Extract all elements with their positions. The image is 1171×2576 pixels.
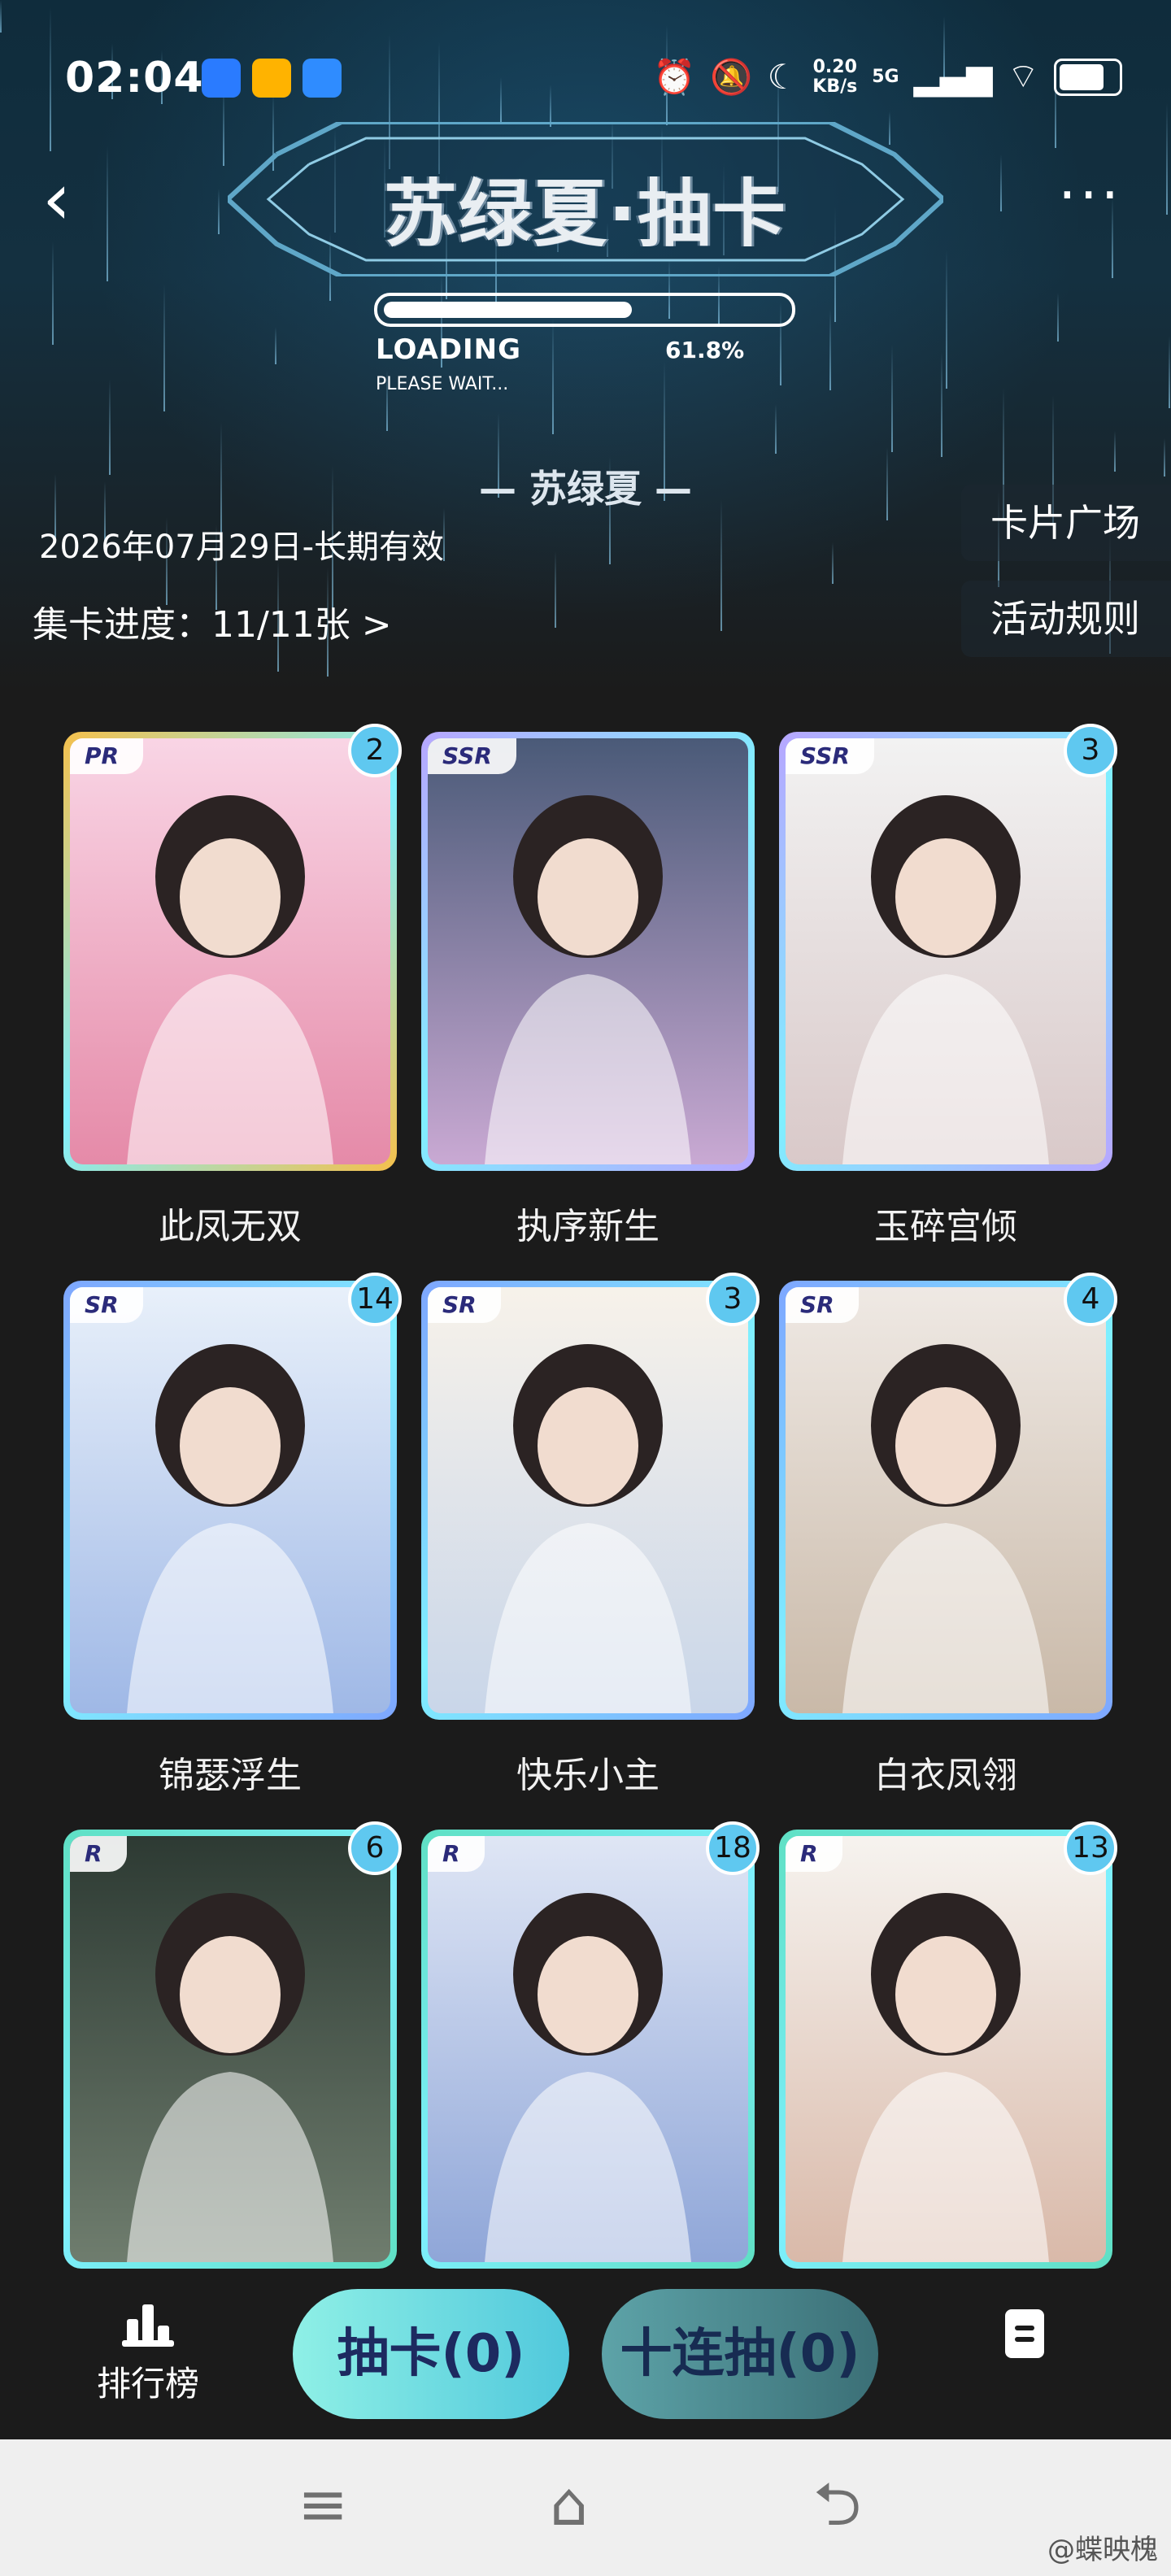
rain-streak [555, 551, 556, 628]
card-rarity-badge: SSR [786, 738, 874, 774]
card-count-badge: 13 [1064, 1821, 1117, 1875]
draw-one-button[interactable]: 抽卡(0) [293, 2289, 569, 2419]
rain-streak [720, 499, 722, 631]
card-illustration [786, 1836, 1106, 2262]
rain-streak [163, 284, 165, 411]
moon-icon: ☾ [767, 57, 799, 97]
validity-date: 2026年07月29日-长期有效 [39, 529, 445, 566]
ranking-bars-icon [122, 2304, 174, 2347]
card-name: 执序新生 [516, 1206, 660, 1247]
card-item[interactable]: SR 4 [779, 1273, 1117, 1720]
card-rarity-badge: PR [70, 738, 144, 774]
signal-icon: ▂▄▆ [913, 57, 993, 97]
loading-percent: 61.8% [665, 337, 745, 363]
card-name: 白衣凤翎 [874, 1755, 1017, 1796]
loading-progress-fill [384, 302, 633, 318]
baidu-notification-icon [303, 59, 342, 98]
status-right: ⏰ 🔕 ☾ 0.20 KB/s 5G ▂▄▆ ⌔ [653, 55, 1122, 98]
card-artwork [786, 738, 1106, 1164]
card-artwork [70, 738, 390, 1164]
rain-streak [946, 250, 947, 389]
card-plaza-button[interactable]: 卡片广场 [961, 485, 1171, 561]
card-item[interactable]: R 18 [421, 1821, 760, 2269]
weibo-notification-icon [252, 59, 291, 98]
card-count-badge: 3 [1064, 724, 1117, 777]
ranking-label: 排行榜 [96, 2364, 199, 2404]
card-rarity-badge: R [70, 1836, 127, 1872]
card-illustration [70, 1836, 390, 2262]
collection-progress-link[interactable]: 集卡进度：11/11张 > [33, 595, 392, 647]
loading-label: LOADING [376, 333, 521, 366]
rain-streak [1169, 336, 1170, 408]
card-illustration [428, 1836, 748, 2262]
network-type: 5G [872, 66, 899, 87]
card-illustration [786, 738, 1106, 1164]
document-icon[interactable] [1005, 2309, 1044, 2358]
card-artwork [428, 1836, 748, 2262]
card-artwork [428, 738, 748, 1164]
card-artwork [70, 1287, 390, 1713]
card-count-badge: 18 [706, 1821, 760, 1875]
card-illustration [70, 1287, 390, 1713]
card-name: 快乐小主 [516, 1755, 660, 1796]
card-count-badge: 6 [348, 1821, 402, 1875]
card-artwork [786, 1836, 1106, 2262]
card-name: 玉碎宫倾 [874, 1206, 1017, 1247]
menu-icon[interactable]: ≡ [298, 2472, 348, 2537]
loading-progress-bar [374, 293, 795, 327]
loading-subtext: PLEASE WAIT... [376, 374, 509, 394]
card-item[interactable]: R6 [63, 1821, 402, 2269]
mute-icon: 🔕 [710, 56, 753, 97]
card-artwork [70, 1836, 390, 2262]
page-title: 苏绿夏·抽卡 [383, 172, 788, 257]
card-item[interactable]: SSR 3 [779, 724, 1117, 1171]
card-rarity-badge: SR [786, 1287, 859, 1323]
card-rarity-badge: SSR [428, 738, 516, 774]
card-rarity-badge: R [428, 1836, 485, 1872]
battery-level [1060, 63, 1104, 90]
back-nav-icon[interactable]: ⮌ [813, 2472, 861, 2537]
card-rarity-badge: R [786, 1836, 842, 1872]
rain-streak [275, 327, 276, 364]
card-name: 此凤无双 [159, 1206, 302, 1247]
system-nav-bar: ≡ ⌂ ⮌ [0, 2439, 1171, 2576]
app-notification-icon [202, 59, 241, 98]
card-illustration [428, 1287, 748, 1713]
card-illustration [70, 738, 390, 1164]
home-icon[interactable]: ⌂ [550, 2472, 588, 2537]
card-artwork [786, 1287, 1106, 1713]
rain-streak [1057, 293, 1059, 342]
rain-streak [552, 318, 554, 434]
rain-streak [775, 404, 777, 454]
network-speed: 0.20 KB/s [812, 56, 858, 97]
card-item[interactable]: SR 14 [63, 1273, 402, 1720]
watermark: @蝶映槐 [1047, 2534, 1158, 2566]
alarm-icon: ⏰ [653, 56, 696, 97]
card-item[interactable]: R 13 [779, 1821, 1117, 2269]
card-count-badge: 2 [348, 724, 402, 777]
battery-icon [1054, 58, 1122, 96]
card-artwork [428, 1287, 748, 1713]
rain-streak [832, 542, 834, 584]
card-illustration [428, 738, 748, 1164]
status-time: 02:04 [65, 54, 204, 102]
draw-ten-button[interactable]: 十连抽(0) [602, 2289, 878, 2419]
rain-streak [829, 309, 831, 390]
card-name: 锦瑟浮生 [159, 1755, 302, 1796]
card-count-badge: 14 [348, 1273, 402, 1326]
wifi-icon: ⌔ [1007, 56, 1039, 96]
card-count-badge: 3 [706, 1273, 760, 1326]
card-item[interactable]: SSR [421, 732, 755, 1171]
card-rarity-badge: SR [428, 1287, 501, 1323]
card-illustration [786, 1287, 1106, 1713]
card-count-badge: 4 [1064, 1273, 1117, 1326]
activity-rules-button[interactable]: 活动规则 [961, 581, 1171, 657]
card-item[interactable]: PR 2 [63, 724, 402, 1171]
ranking-button[interactable]: 排行榜 [91, 2301, 205, 2406]
rain-streak [941, 352, 942, 457]
card-rarity-badge: SR [70, 1287, 143, 1323]
rain-streak [891, 345, 893, 452]
card-item[interactable]: SR 3 [421, 1273, 760, 1720]
